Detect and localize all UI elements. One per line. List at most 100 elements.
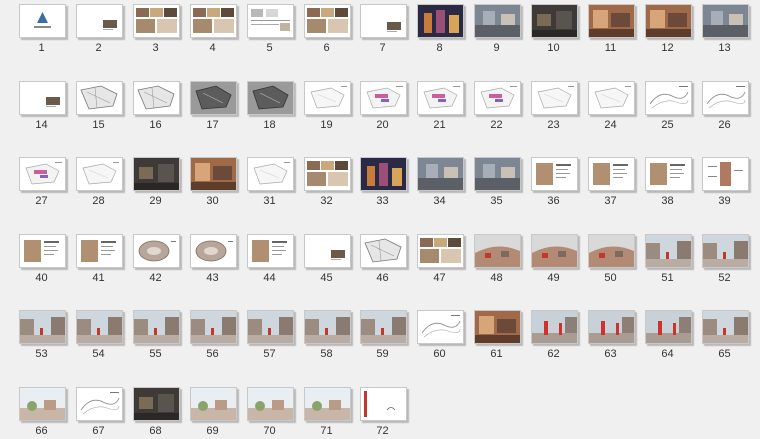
slide-thumbnail[interactable]: 66 <box>19 387 76 437</box>
slide-thumbnail[interactable]: 7 <box>360 4 417 54</box>
slide-thumbnail[interactable]: 70 <box>247 387 304 437</box>
slide-thumbnail[interactable]: 48 <box>474 234 531 284</box>
slide-thumbnail[interactable]: 26 <box>702 81 759 131</box>
slide-thumbnail[interactable]: 56 <box>190 310 247 360</box>
slide-thumbnail[interactable]: 35 <box>474 157 531 207</box>
slide-thumbnail[interactable]: 8 <box>417 4 474 54</box>
slide-thumbnail[interactable]: 11 <box>588 4 645 54</box>
slide-thumbnail[interactable]: 18 <box>247 81 304 131</box>
slide-thumbnail[interactable]: 45 <box>304 234 361 284</box>
slide-thumbnail[interactable]: 28 <box>76 157 133 207</box>
slide-thumbnail[interactable]: 43 <box>190 234 247 284</box>
slide-preview-image <box>20 388 65 420</box>
slide-thumbnail[interactable]: 65 <box>702 310 759 360</box>
slide-thumbnail[interactable]: 4 <box>190 4 247 54</box>
slide-thumbnail[interactable]: 57 <box>247 310 304 360</box>
slide-thumbnail[interactable]: 5 <box>247 4 304 54</box>
slide-thumbnail[interactable]: 38 <box>645 157 702 207</box>
slide-thumbnail[interactable]: 33 <box>360 157 417 207</box>
slide-preview-image <box>537 86 574 109</box>
slide-thumbnail[interactable]: 37 <box>588 157 645 207</box>
slide-number: 50 <box>604 272 617 284</box>
slide-preview-image <box>251 9 290 31</box>
slide-thumbnail[interactable]: 54 <box>76 310 133 360</box>
slide-thumbnail[interactable]: 9 <box>474 4 531 54</box>
slide-thumbnail[interactable]: 1 <box>19 4 76 54</box>
slide-thumbnail[interactable]: 53 <box>19 310 76 360</box>
slide-preview-image <box>191 311 236 343</box>
slide-thumbnail[interactable]: 42 <box>133 234 190 284</box>
slide-thumbnail[interactable]: 47 <box>417 234 474 284</box>
slide-number: 12 <box>661 42 674 54</box>
slide-preview <box>531 310 578 344</box>
slide-thumbnail[interactable]: 39 <box>702 157 759 207</box>
slide-preview-image <box>423 86 460 109</box>
slide-thumbnail[interactable]: 72 <box>360 387 417 437</box>
slide-preview-image <box>593 163 628 185</box>
slide-thumbnail[interactable]: 64 <box>645 310 702 360</box>
slide-number: 4 <box>209 42 216 54</box>
slide-number: 37 <box>604 195 617 207</box>
slide-thumbnail[interactable]: 58 <box>304 310 361 360</box>
slide-thumbnail[interactable]: 6 <box>304 4 361 54</box>
slide-thumbnail[interactable]: 30 <box>190 157 247 207</box>
slide-thumbnail[interactable]: 21 <box>417 81 474 131</box>
slide-preview <box>417 4 464 38</box>
slide-thumbnail[interactable]: 32 <box>304 157 361 207</box>
slide-thumbnail[interactable]: 41 <box>76 234 133 284</box>
slide-thumbnail[interactable]: 55 <box>133 310 190 360</box>
slide-preview-image <box>80 392 120 415</box>
slide-thumbnail[interactable]: 19 <box>304 81 361 131</box>
slide-thumbnail[interactable]: 36 <box>531 157 588 207</box>
slide-thumbnail[interactable]: 62 <box>531 310 588 360</box>
slide-thumbnail[interactable]: 67 <box>76 387 133 437</box>
slide-number: 36 <box>547 195 560 207</box>
slide-thumbnail[interactable]: 17 <box>190 81 247 131</box>
slide-thumbnail[interactable]: 71 <box>304 387 361 437</box>
slide-thumbnail[interactable]: 16 <box>133 81 190 131</box>
slide-preview-image <box>134 388 179 420</box>
slide-number: 31 <box>263 195 276 207</box>
slide-thumbnail[interactable]: 40 <box>19 234 76 284</box>
slide-number: 3 <box>152 42 159 54</box>
slide-thumbnail[interactable]: 52 <box>702 234 759 284</box>
slide-thumbnail[interactable]: 29 <box>133 157 190 207</box>
slide-preview-image <box>193 8 234 33</box>
slide-preview <box>190 387 237 421</box>
slide-thumbnail[interactable]: 50 <box>588 234 645 284</box>
slide-number: 59 <box>376 348 389 360</box>
slide-thumbnail[interactable]: 68 <box>133 387 190 437</box>
slide-thumbnail[interactable]: 34 <box>417 157 474 207</box>
slide-thumbnail[interactable]: 15 <box>76 81 133 131</box>
slide-preview-image <box>475 158 520 190</box>
slide-thumbnail[interactable]: 51 <box>645 234 702 284</box>
slide-preview <box>19 157 66 191</box>
slide-thumbnail[interactable]: 25 <box>645 81 702 131</box>
slide-thumbnail[interactable]: 12 <box>645 4 702 54</box>
slide-thumbnail[interactable]: 3 <box>133 4 190 54</box>
slide-thumbnail[interactable]: 44 <box>247 234 304 284</box>
slide-thumbnail[interactable]: 59 <box>360 310 417 360</box>
slide-thumbnail[interactable]: 23 <box>531 81 588 131</box>
slide-thumbnail[interactable]: 27 <box>19 157 76 207</box>
slide-thumbnail[interactable]: 31 <box>247 157 304 207</box>
slide-thumbnail[interactable]: 2 <box>76 4 133 54</box>
slide-thumbnail[interactable]: 14 <box>19 81 76 131</box>
slide-preview-image <box>310 86 347 109</box>
slide-preview-image <box>364 391 396 417</box>
slide-thumbnail[interactable]: 10 <box>531 4 588 54</box>
slide-thumbnail[interactable]: 13 <box>702 4 759 54</box>
slide-preview <box>417 157 464 191</box>
slide-thumbnail[interactable]: 20 <box>360 81 417 131</box>
slide-thumbnail[interactable]: 61 <box>474 310 531 360</box>
slide-thumbnail[interactable]: 49 <box>531 234 588 284</box>
slide-preview <box>19 310 66 344</box>
slide-thumbnail[interactable]: 46 <box>360 234 417 284</box>
slide-thumbnail[interactable]: 60 <box>417 310 474 360</box>
slide-preview <box>588 234 635 268</box>
slide-thumbnail[interactable]: 22 <box>474 81 531 131</box>
slide-thumbnail[interactable]: 24 <box>588 81 645 131</box>
slide-preview-image <box>594 86 631 109</box>
slide-thumbnail[interactable]: 63 <box>588 310 645 360</box>
slide-thumbnail[interactable]: 69 <box>190 387 247 437</box>
